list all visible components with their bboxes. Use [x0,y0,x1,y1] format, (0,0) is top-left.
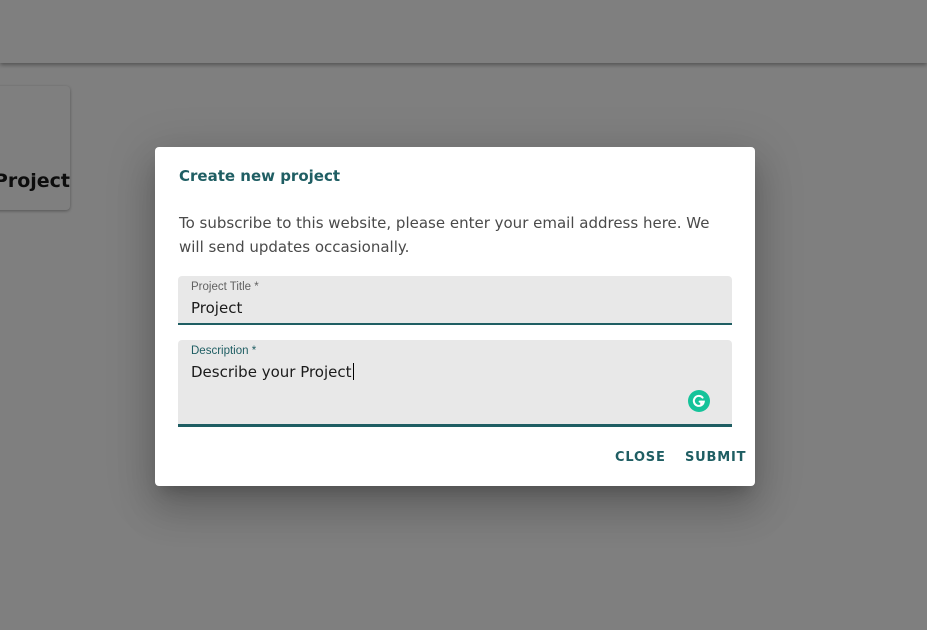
description-input-text: Describe your Project [191,363,352,381]
grammarly-icon[interactable] [688,390,710,412]
dialog-actions: CLOSE SUBMIT [155,447,755,471]
project-title-input[interactable]: Project [191,299,242,317]
page: Project Create new project To subscribe … [0,0,927,630]
create-project-dialog: Create new project To subscribe to this … [155,147,755,486]
close-button[interactable]: CLOSE [615,450,666,465]
grammarly-glyph [692,394,705,407]
description-label: Description * [191,345,257,357]
text-caret [352,363,354,380]
submit-button[interactable]: SUBMIT [685,450,746,465]
dialog-title: Create new project [179,167,341,185]
project-title-label: Project Title * [191,281,259,293]
project-title-field[interactable]: Project Title * Project [178,276,732,325]
description-field[interactable]: Description * Describe your Project [178,340,732,427]
dialog-description: To subscribe to this website, please ent… [179,214,710,256]
description-input[interactable]: Describe your Project [191,363,354,381]
